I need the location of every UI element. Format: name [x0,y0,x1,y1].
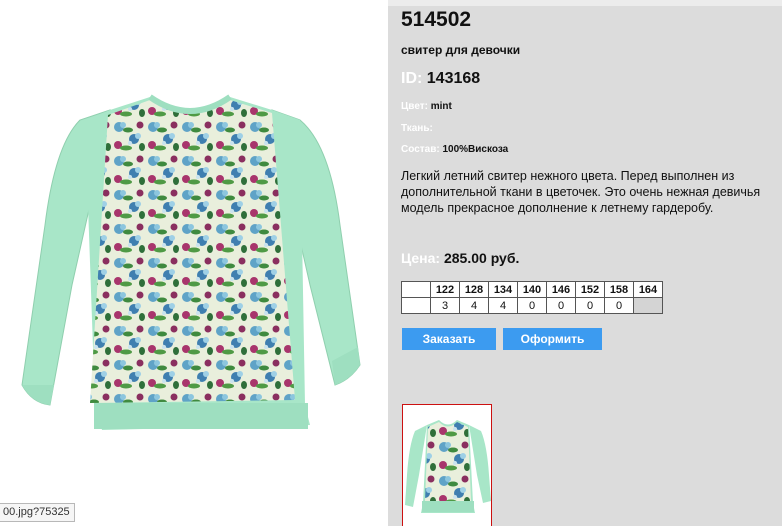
quantity-cell: 4 [488,297,518,314]
quantity-cell: 0 [517,297,547,314]
quantity-cell: 0 [604,297,634,314]
product-id: ID: 143168 [401,70,480,88]
article-number: 514502 [401,8,472,31]
composition-label: Состав: [401,144,440,155]
color-value: mint [430,101,452,112]
id-label: ID: [401,70,423,87]
size-header-cell: 164 [633,281,663,298]
quantity-cell: 0 [575,297,605,314]
fabric-label: Ткань: [401,123,433,134]
fabric-attribute: Ткань: [401,123,433,134]
product-image-pane: 00.jpg?75325 [0,0,388,526]
quantity-cell [401,297,431,314]
price-label: Цена: [401,250,441,266]
order-button[interactable]: Заказать [402,328,496,350]
size-header-cell: 152 [575,281,605,298]
quantity-cell: 3 [430,297,460,314]
size-header-cell: 134 [488,281,518,298]
size-header-cell [401,281,431,298]
composition-value: 100%Вискоза [442,144,509,155]
color-label: Цвет: [401,101,428,112]
product-thumbnail[interactable] [402,404,492,526]
quantity-cell [633,297,663,314]
top-strip [388,0,782,6]
quantity-cell: 4 [459,297,489,314]
status-tooltip: 00.jpg?75325 [0,503,75,522]
id-value: 143168 [426,70,481,87]
size-header-cell: 158 [604,281,634,298]
product-price: Цена: 285.00 руб. [401,250,519,266]
size-header-row: 122 128 134 140 146 152 158 164 [401,281,663,298]
size-header-cell: 146 [546,281,576,298]
price-value: 285.00 руб. [443,250,520,266]
size-quantity-row: 3 4 4 0 0 0 0 [401,297,663,314]
composition-attribute: Состав: 100%Вискоза [401,144,508,155]
size-availability-table: 122 128 134 140 146 152 158 164 3 4 4 0 … [401,281,663,314]
product-description: Легкий летний свитер нежного цвета. Пере… [401,169,761,215]
product-subtitle: свитер для девочки [401,43,521,57]
checkout-button[interactable]: Оформить [503,328,602,350]
size-header-cell: 128 [459,281,489,298]
quantity-cell: 0 [546,297,576,314]
sweater-image[interactable] [10,85,370,445]
size-header-cell: 122 [430,281,460,298]
color-attribute: Цвет: mint [401,101,452,112]
size-header-cell: 140 [517,281,547,298]
thumbnail-image [403,405,491,526]
